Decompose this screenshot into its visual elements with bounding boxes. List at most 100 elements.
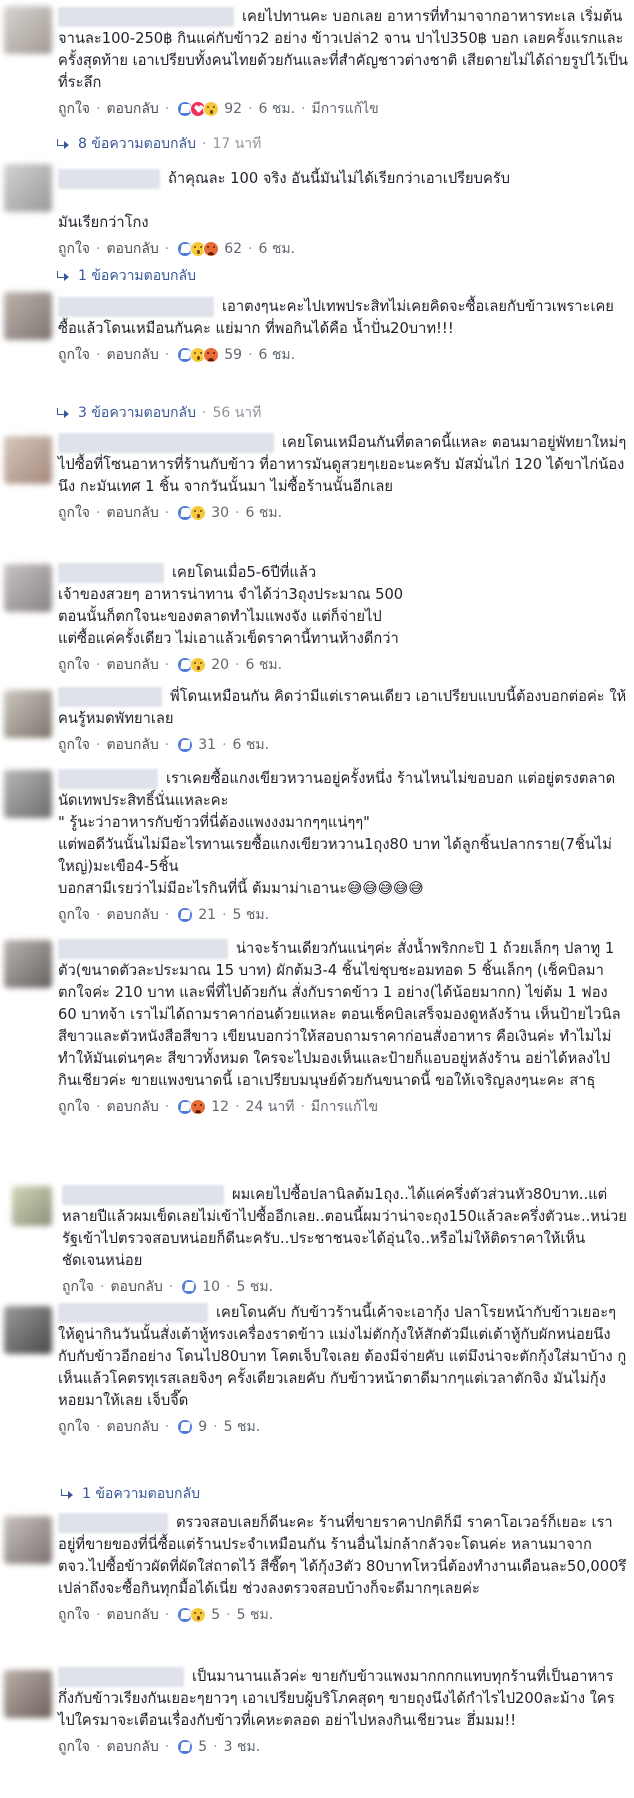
reply-arrow-icon [56,408,70,418]
commenter-name[interactable] [58,1303,208,1323]
reply-button[interactable]: ตอบกลับ [106,344,158,366]
wow-reaction-icon [190,1607,207,1623]
commenter-name[interactable] [58,1513,168,1533]
avatar[interactable] [4,564,52,612]
reply-button[interactable]: ตอบกลับ [106,98,158,120]
reactions-summary[interactable]: 12 [177,1099,229,1115]
like-button[interactable]: ถูกใจ [58,1096,90,1118]
commenter-name[interactable] [58,769,158,789]
reactions-summary[interactable]: 59 [177,347,242,363]
avatar[interactable] [4,690,52,738]
reactions-summary[interactable]: 9 [177,1419,207,1435]
reaction-count: 5 [211,1607,221,1623]
commenter-name[interactable] [58,1667,184,1687]
reactions-summary[interactable]: 30 [177,505,229,521]
reactions-summary[interactable]: 92 [177,101,242,117]
commenter-name[interactable] [58,563,164,583]
like-button[interactable]: ถูกใจ [58,734,90,756]
reactions-summary[interactable]: 21 [177,907,216,923]
reply-button[interactable]: ตอบกลับ [106,1736,158,1758]
comment-time[interactable]: 3 ชม. [224,1736,261,1758]
avatar[interactable] [4,1516,52,1564]
reply-button[interactable]: ตอบกลับ [106,904,158,926]
commenter-name[interactable] [62,1185,224,1205]
like-button[interactable]: ถูกใจ [58,1416,90,1438]
wow-reaction-icon [203,101,220,117]
reaction-count: 12 [211,1099,230,1115]
angry-reaction-icon [203,347,220,363]
view-replies-link[interactable]: 1 ข้อความตอบกลับ [60,1483,200,1505]
comment-time[interactable]: 6 ชม. [246,502,283,524]
like-button[interactable]: ถูกใจ [58,98,90,120]
comment-time[interactable]: 24 นาที [246,1096,295,1118]
reaction-count: 59 [224,347,243,363]
comment-time[interactable]: 6 ชม. [246,654,283,676]
avatar[interactable] [4,940,52,988]
like-button[interactable]: ถูกใจ [62,1276,94,1298]
comment-time[interactable]: 6 ชม. [259,98,296,120]
avatar[interactable] [4,1670,52,1718]
reactions-summary[interactable]: 5 [177,1739,207,1755]
view-replies-link[interactable]: 8 ข้อความตอบกลับ · 17 นาที [56,133,261,155]
comment-time[interactable]: 5 ชม. [237,1276,274,1298]
like-reaction-icon [177,907,194,923]
angry-reaction-icon [190,1099,207,1115]
comment-time[interactable]: 5 ชม. [233,904,270,926]
like-button[interactable]: ถูกใจ [58,904,90,926]
reply-button[interactable]: ตอบกลับ [106,502,158,524]
avatar[interactable] [4,1306,52,1354]
comment-time[interactable]: 5 ชม. [237,1604,274,1626]
reaction-count: 10 [202,1279,221,1295]
reactions-summary[interactable]: 62 [177,241,242,257]
avatar[interactable] [4,770,52,818]
avatar[interactable] [4,164,52,212]
commenter-name[interactable] [58,687,162,707]
reactions-summary[interactable]: 20 [177,657,229,673]
comment-text: น่าจะร้านเดียวกันแน่ๆค่ะ สั่งน้ำพริกกะปิ… [58,940,621,1089]
edited-label[interactable]: มีการแก้ไข [311,1096,378,1118]
reaction-count: 20 [211,657,230,673]
reply-button[interactable]: ตอบกลับ [106,238,158,260]
reply-arrow-icon [60,1489,74,1499]
reaction-count: 5 [198,1739,208,1755]
comment-time[interactable]: 5 ชม. [224,1416,261,1438]
reactions-summary[interactable]: 31 [177,737,216,753]
like-button[interactable]: ถูกใจ [58,344,90,366]
like-button[interactable]: ถูกใจ [58,502,90,524]
commenter-name[interactable] [58,297,214,317]
avatar[interactable] [4,6,52,54]
reply-button[interactable]: ตอบกลับ [106,1416,158,1438]
reply-button[interactable]: ตอบกลับ [106,1604,158,1626]
avatar[interactable] [4,436,52,484]
comment-time[interactable]: 6 ชม. [259,344,296,366]
reaction-count: 92 [224,101,243,117]
comment-time[interactable]: 6 ชม. [259,238,296,260]
like-reaction-icon [181,1279,198,1295]
like-button[interactable]: ถูกใจ [58,1604,90,1626]
like-button[interactable]: ถูกใจ [58,1736,90,1758]
wow-reaction-icon [190,505,207,521]
view-replies-link[interactable]: 1 ข้อความตอบกลับ [56,265,196,287]
reply-button[interactable]: ตอบกลับ [110,1276,162,1298]
commenter-name[interactable] [58,433,274,453]
reaction-count: 9 [198,1419,208,1435]
reply-arrow-icon [56,271,70,281]
like-button[interactable]: ถูกใจ [58,238,90,260]
commenter-name[interactable] [58,7,234,27]
view-replies-link[interactable]: 3 ข้อความตอบกลับ · 56 นาที [56,402,261,424]
reactions-summary[interactable]: 10 [181,1279,220,1295]
reply-button[interactable]: ตอบกลับ [106,734,158,756]
commenter-name[interactable] [58,169,160,189]
reactions-summary[interactable]: 5 [177,1607,220,1623]
reply-button[interactable]: ตอบกลับ [106,654,158,676]
like-reaction-icon [177,1739,194,1755]
edited-label[interactable]: มีการแก้ไข [312,98,379,120]
wow-reaction-icon [190,657,207,673]
like-button[interactable]: ถูกใจ [58,654,90,676]
commenter-name[interactable] [58,939,228,959]
reaction-count: 31 [198,737,217,753]
reply-button[interactable]: ตอบกลับ [106,1096,158,1118]
comment-time[interactable]: 6 ชม. [233,734,270,756]
avatar[interactable] [12,1186,52,1226]
avatar[interactable] [4,292,52,340]
